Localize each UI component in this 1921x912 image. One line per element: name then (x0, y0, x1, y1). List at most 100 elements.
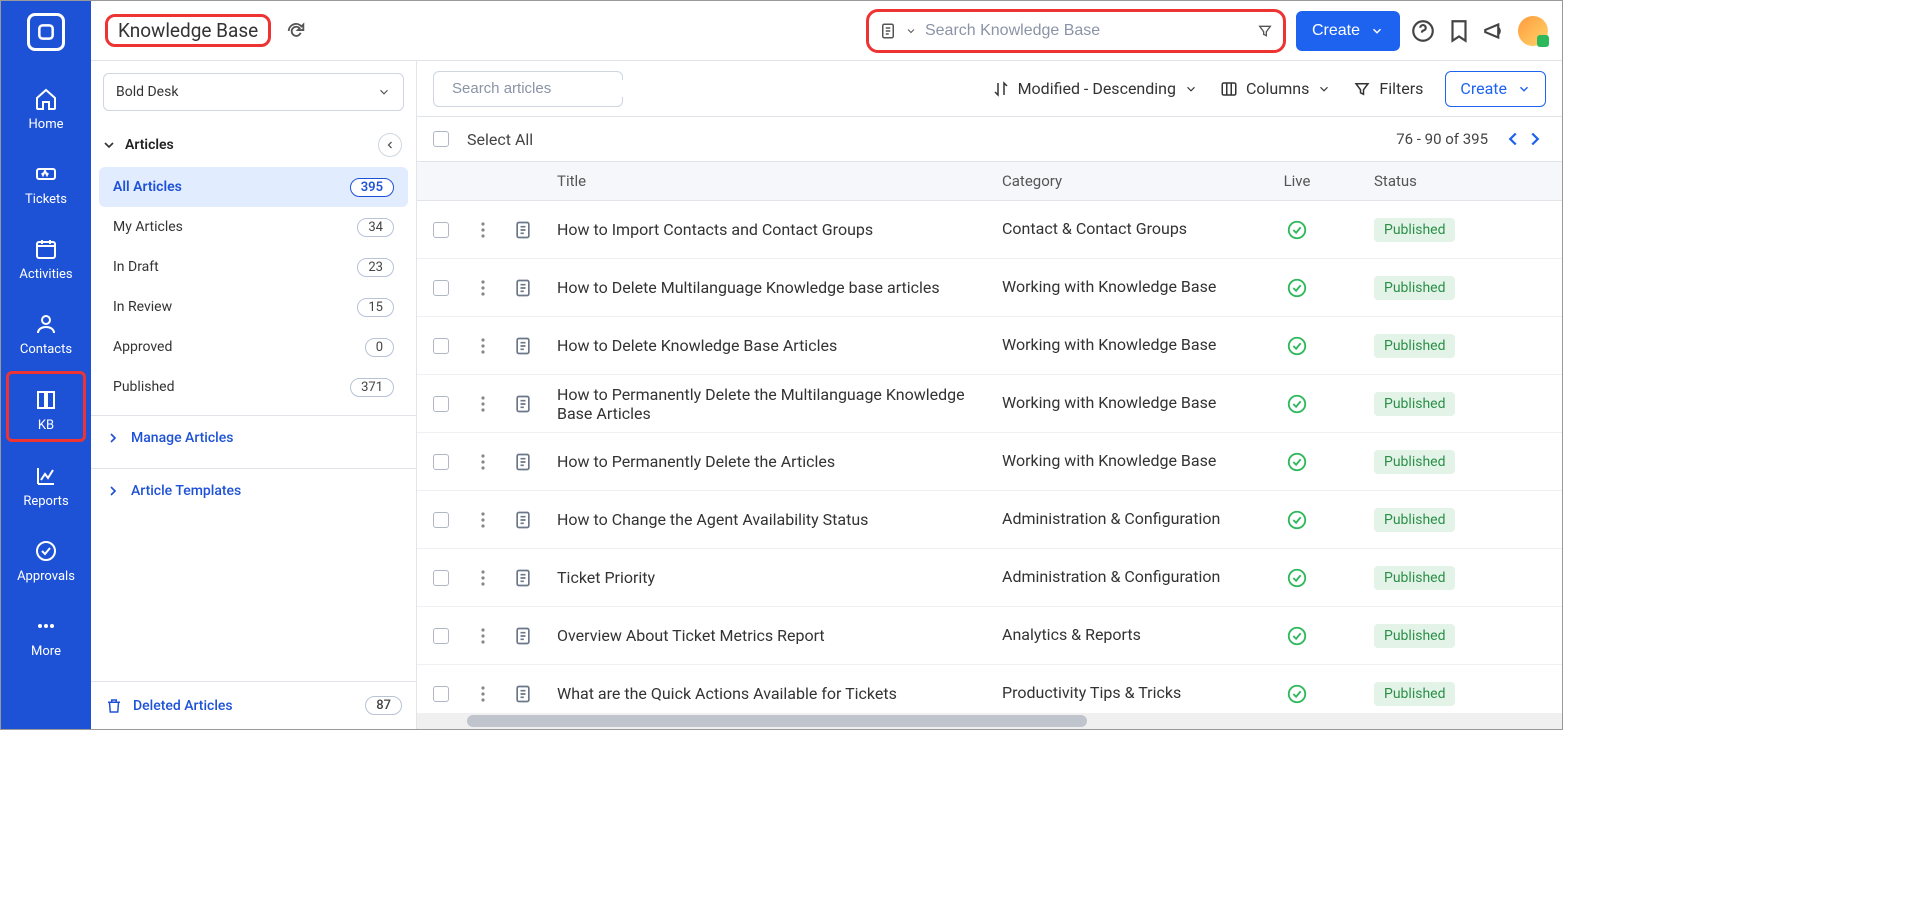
row-checkbox[interactable] (433, 628, 449, 644)
article-icon (513, 510, 553, 530)
table-row[interactable]: How to Change the Agent Availability Sta… (417, 491, 1562, 549)
refresh-button[interactable] (285, 20, 307, 42)
row-menu-button[interactable] (473, 512, 493, 528)
filters-button[interactable]: Filters (1353, 79, 1423, 98)
nav-home[interactable]: Home (11, 71, 81, 140)
row-menu-button[interactable] (473, 222, 493, 238)
row-checkbox[interactable] (433, 338, 449, 354)
top-create-button[interactable]: Create (1296, 11, 1400, 51)
row-menu-button[interactable] (473, 280, 493, 296)
bookmark-button[interactable] (1446, 18, 1472, 44)
row-title[interactable]: What are the Quick Actions Available for… (557, 684, 897, 703)
horizontal-scrollbar[interactable] (417, 713, 1562, 729)
create-article-button[interactable]: Create (1445, 71, 1546, 107)
announce-button[interactable] (1482, 18, 1508, 44)
brand-select[interactable]: Bold Desk (103, 73, 404, 111)
view-published[interactable]: Published 371 (99, 367, 408, 407)
row-title[interactable]: How to Import Contacts and Contact Group… (557, 220, 873, 239)
search-articles-input[interactable] (452, 80, 651, 97)
row-checkbox[interactable] (433, 454, 449, 470)
user-avatar[interactable] (1518, 16, 1548, 46)
table-row[interactable]: How to Delete Multilanguage Knowledge ba… (417, 259, 1562, 317)
nav-kb[interactable]: KB (6, 371, 86, 442)
view-all-articles[interactable]: All Articles 395 (99, 167, 408, 207)
next-page-button[interactable] (1524, 128, 1546, 150)
select-all-checkbox[interactable] (433, 131, 449, 147)
nav-approvals[interactable]: Approvals (11, 523, 81, 592)
col-live[interactable]: Live (1232, 172, 1362, 190)
global-search-input[interactable] (925, 22, 1249, 40)
chevron-down-icon (1517, 82, 1531, 96)
view-approved[interactable]: Approved 0 (99, 327, 408, 367)
chevron-right-icon (105, 430, 121, 446)
row-checkbox[interactable] (433, 570, 449, 586)
nav-tickets[interactable]: Tickets (11, 146, 81, 215)
row-title[interactable]: How to Delete Multilanguage Knowledge ba… (557, 278, 940, 297)
search-articles[interactable] (433, 71, 623, 107)
nav-contacts[interactable]: Contacts (11, 296, 81, 365)
row-checkbox[interactable] (433, 280, 449, 296)
view-in-draft[interactable]: In Draft 23 (99, 247, 408, 287)
articles-section-header[interactable]: Articles (91, 123, 416, 167)
col-status[interactable]: Status (1362, 172, 1562, 190)
row-title[interactable]: How to Change the Agent Availability Sta… (557, 510, 868, 529)
section-label: Articles (125, 137, 174, 153)
row-menu-button[interactable] (473, 338, 493, 354)
row-checkbox[interactable] (433, 512, 449, 528)
deleted-articles-link[interactable]: Deleted Articles 87 (91, 681, 416, 729)
chevron-down-icon[interactable] (905, 25, 917, 37)
scroll-thumb[interactable] (467, 715, 1087, 727)
nav-more[interactable]: More (11, 598, 81, 667)
help-button[interactable] (1410, 18, 1436, 44)
table-row[interactable]: Ticket PriorityAdministration & Configur… (417, 549, 1562, 607)
funnel-icon[interactable] (1257, 23, 1273, 39)
home-icon (34, 87, 58, 111)
global-search[interactable] (866, 9, 1286, 53)
article-icon (513, 220, 553, 240)
row-menu-button[interactable] (473, 570, 493, 586)
row-title[interactable]: Ticket Priority (557, 568, 655, 587)
table-row[interactable]: How to Delete Knowledge Base ArticlesWor… (417, 317, 1562, 375)
chart-icon (34, 464, 58, 488)
row-title[interactable]: How to Permanently Delete the Multilangu… (557, 385, 965, 423)
row-title[interactable]: Overview About Ticket Metrics Report (557, 626, 825, 645)
button-label: Create (1312, 22, 1360, 40)
row-checkbox[interactable] (433, 222, 449, 238)
status-badge: Published (1374, 450, 1455, 474)
app-logo[interactable] (27, 13, 65, 51)
view-count: 371 (350, 378, 394, 397)
row-title[interactable]: How to Delete Knowledge Base Articles (557, 336, 837, 355)
row-menu-button[interactable] (473, 454, 493, 470)
live-check-icon (1286, 509, 1308, 531)
row-menu-button[interactable] (473, 686, 493, 702)
nav-reports[interactable]: Reports (11, 448, 81, 517)
prev-page-button[interactable] (1502, 128, 1524, 150)
collapse-panel-button[interactable] (378, 133, 402, 157)
status-badge: Published (1374, 682, 1455, 706)
table-row[interactable]: Overview About Ticket Metrics ReportAnal… (417, 607, 1562, 665)
col-title[interactable]: Title (553, 172, 1002, 190)
row-menu-button[interactable] (473, 628, 493, 644)
row-menu-button[interactable] (473, 396, 493, 412)
row-checkbox[interactable] (433, 396, 449, 412)
view-label: Approved (113, 339, 172, 355)
view-label: My Articles (113, 219, 183, 235)
row-checkbox[interactable] (433, 686, 449, 702)
nav-label: Activities (19, 267, 72, 282)
article-templates-link[interactable]: Article Templates (91, 469, 416, 513)
nav-label: Home (29, 117, 64, 132)
table-row[interactable]: How to Permanently Delete the ArticlesWo… (417, 433, 1562, 491)
table-row[interactable]: How to Import Contacts and Contact Group… (417, 201, 1562, 259)
view-my-articles[interactable]: My Articles 34 (99, 207, 408, 247)
manage-articles-link[interactable]: Manage Articles (91, 416, 416, 460)
table-row[interactable]: How to Permanently Delete the Multilangu… (417, 375, 1562, 433)
main: Knowledge Base Create (91, 1, 1562, 729)
sort-button[interactable]: Modified - Descending (992, 79, 1198, 98)
table-row[interactable]: What are the Quick Actions Available for… (417, 665, 1562, 713)
columns-button[interactable]: Columns (1220, 79, 1331, 98)
row-title[interactable]: How to Permanently Delete the Articles (557, 452, 835, 471)
view-in-review[interactable]: In Review 15 (99, 287, 408, 327)
rows-container: How to Import Contacts and Contact Group… (417, 201, 1562, 713)
nav-activities[interactable]: Activities (11, 221, 81, 290)
col-category[interactable]: Category (1002, 172, 1232, 190)
